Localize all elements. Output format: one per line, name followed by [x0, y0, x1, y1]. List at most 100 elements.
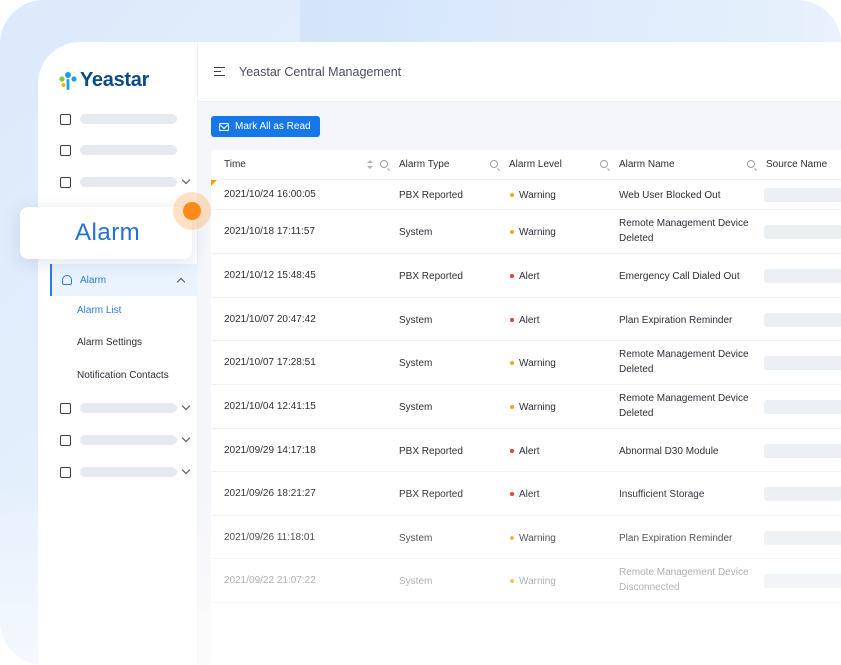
device-icon: [60, 144, 71, 156]
column-header-alarm-name[interactable]: Alarm Name: [619, 159, 675, 170]
sidebar-item-reports[interactable]: [60, 401, 191, 415]
table-row[interactable]: 2021/10/18 17:11:57 System Warning Remote M…: [211, 210, 841, 254]
sidebar-item-storage[interactable]: [60, 465, 191, 479]
cell-alarm-name-line2: Disconnected: [619, 582, 680, 593]
cell-alarm-name: Remote Management Device: [619, 349, 749, 360]
cell-alarm-name-line2: Deleted: [619, 233, 654, 244]
cell-source-name-placeholder: [764, 530, 841, 545]
cell-alarm-type: System: [399, 358, 433, 369]
sidebar-item-resources[interactable]: [60, 175, 191, 189]
cell-time: 2021/09/26 11:18:01: [224, 531, 316, 543]
search-icon[interactable]: [600, 160, 608, 168]
cell-alarm-type: System: [399, 227, 433, 238]
envelope-icon: [219, 122, 229, 131]
sidebar-item-alarm[interactable]: Alarm: [50, 264, 198, 296]
column-header-alarm-level[interactable]: Alarm Level: [509, 159, 562, 170]
app-window: Yeastar Alarm Alarm List Alarm Settings …: [38, 42, 841, 665]
table-row[interactable]: 2021/09/26 11:18:01 System Warning Plan Exp…: [211, 516, 841, 559]
table-row[interactable]: 2021/10/04 12:41:15 System Warning Remote M…: [211, 385, 841, 429]
alarm-highlight-card[interactable]: Alarm: [20, 207, 192, 259]
top-bar: Yeastar Central Management: [198, 42, 841, 102]
cell-time: 2021/10/12 15:48:45: [224, 270, 316, 281]
cell-alarm-level: Warning: [519, 402, 556, 413]
cell-alarm-level: Warning: [519, 358, 556, 369]
cell-alarm-name: Abnormal D30 Module: [619, 445, 719, 457]
search-icon[interactable]: [380, 160, 388, 168]
sidebar-subitem-alarm-settings[interactable]: Alarm Settings: [77, 337, 142, 348]
cell-alarm-level: Warning: [519, 576, 556, 587]
sidebar-subitem-alarm-list[interactable]: Alarm List: [77, 305, 121, 316]
sidebar-item-dashboard[interactable]: [60, 112, 190, 126]
dashboard-icon: [60, 113, 71, 125]
column-header-source-name[interactable]: Source Name: [766, 159, 827, 170]
table-row[interactable]: 2021/10/07 20:47:42 System Alert Plan Expir…: [211, 298, 841, 341]
warning-status-dot: [510, 405, 514, 409]
cell-alarm-name: Remote Management Device: [619, 567, 749, 578]
table-row[interactable]: 2021/10/12 15:48:45 PBX Reported Alert Emer…: [211, 254, 841, 298]
cell-alarm-name: Remote Management Device: [619, 393, 749, 404]
cell-time: 2021/09/29 14:17:18: [224, 444, 316, 456]
cell-alarm-type: System: [399, 314, 433, 326]
cell-source-name-placeholder: [764, 356, 841, 370]
warning-status-dot: [510, 579, 514, 583]
chart-icon: [60, 402, 71, 414]
cell-alarm-name: Insufficient Storage: [619, 489, 705, 500]
alert-status-dot: [510, 448, 514, 453]
table-row[interactable]: 2021/09/22 21:07:22 System Warning Remote M…: [211, 559, 841, 603]
table-row[interactable]: 2021/09/29 14:17:18 PBX Reported Alert Abno…: [211, 429, 841, 472]
cell-alarm-name: Web User Blocked Out: [619, 190, 721, 201]
cell-time: 2021/10/07 20:47:42: [224, 313, 316, 325]
mark-all-read-button[interactable]: Mark All as Read: [211, 116, 320, 137]
cell-source-name-placeholder: [764, 225, 841, 239]
alert-status-dot: [510, 274, 514, 278]
sidebar-item-placeholder: [80, 114, 177, 124]
cell-alarm-level: Alert: [519, 314, 540, 326]
cell-alarm-level: Warning: [519, 190, 556, 201]
cell-alarm-type: PBX Reported: [399, 489, 463, 500]
cell-alarm-type: System: [399, 532, 433, 544]
table-row[interactable]: 2021/10/07 17:28:51 System Warning Remote M…: [211, 341, 841, 385]
sidebar-item-placeholder: [80, 467, 177, 477]
cell-alarm-level: Alert: [519, 271, 540, 282]
cell-time: 2021/10/04 12:41:15: [224, 401, 316, 412]
cell-alarm-name: Remote Management Device: [619, 218, 749, 229]
brand-logo[interactable]: Yeastar: [58, 69, 149, 92]
search-icon[interactable]: [747, 160, 755, 168]
mark-all-read-label: Mark All as Read: [235, 121, 311, 132]
cell-alarm-type: System: [399, 576, 433, 587]
sidebar-item-devices[interactable]: [60, 143, 190, 157]
cell-source-name-placeholder: [764, 574, 841, 588]
main-content: Yeastar Central Management Mark All as R…: [198, 42, 841, 665]
cell-alarm-name: Plan Expiration Reminder: [619, 314, 733, 326]
column-header-alarm-type[interactable]: Alarm Type: [399, 159, 449, 170]
search-icon[interactable]: [490, 160, 498, 168]
alarm-highlight-label: Alarm: [75, 219, 141, 246]
sidebar-item-placeholder: [80, 403, 177, 413]
chevron-down-icon: [181, 465, 191, 475]
sort-icon[interactable]: [367, 160, 373, 169]
cell-alarm-name: Plan Expiration Reminder: [619, 532, 733, 544]
sidebar-item-placeholder: [80, 145, 177, 155]
highlight-dot: [183, 202, 201, 220]
warning-status-dot: [510, 193, 514, 197]
sidebar-item-label: Alarm: [80, 274, 107, 286]
cell-alarm-type: PBX Reported: [399, 271, 463, 282]
yeastar-logo-icon: [59, 71, 77, 90]
collapse-menu-icon[interactable]: [214, 67, 225, 76]
cell-alarm-level: Alert: [519, 489, 540, 500]
table-row[interactable]: 2021/09/26 18:21:27 PBX Reported Alert Insu…: [211, 472, 841, 516]
cell-source-name-placeholder: [764, 312, 841, 327]
table-header: Time Alarm Type Alarm Level Alarm Name S…: [211, 150, 841, 180]
warning-status-dot: [510, 361, 514, 365]
sidebar-subitem-notification-contacts[interactable]: Notification Contacts: [77, 370, 169, 381]
sidebar-item-tasks[interactable]: [60, 433, 191, 447]
page-title: Yeastar Central Management: [239, 64, 402, 79]
table-row[interactable]: 2021/10/24 16:00:05 PBX Reported Warning We…: [211, 180, 841, 210]
column-header-time[interactable]: Time: [224, 159, 246, 170]
cell-time: 2021/09/26 18:21:27: [224, 488, 316, 499]
cell-source-name-placeholder: [764, 269, 841, 283]
cell-source-name-placeholder: [764, 188, 841, 202]
bell-icon: [62, 275, 72, 285]
cell-alarm-type: PBX Reported: [399, 445, 463, 457]
cell-source-name-placeholder: [764, 443, 841, 458]
